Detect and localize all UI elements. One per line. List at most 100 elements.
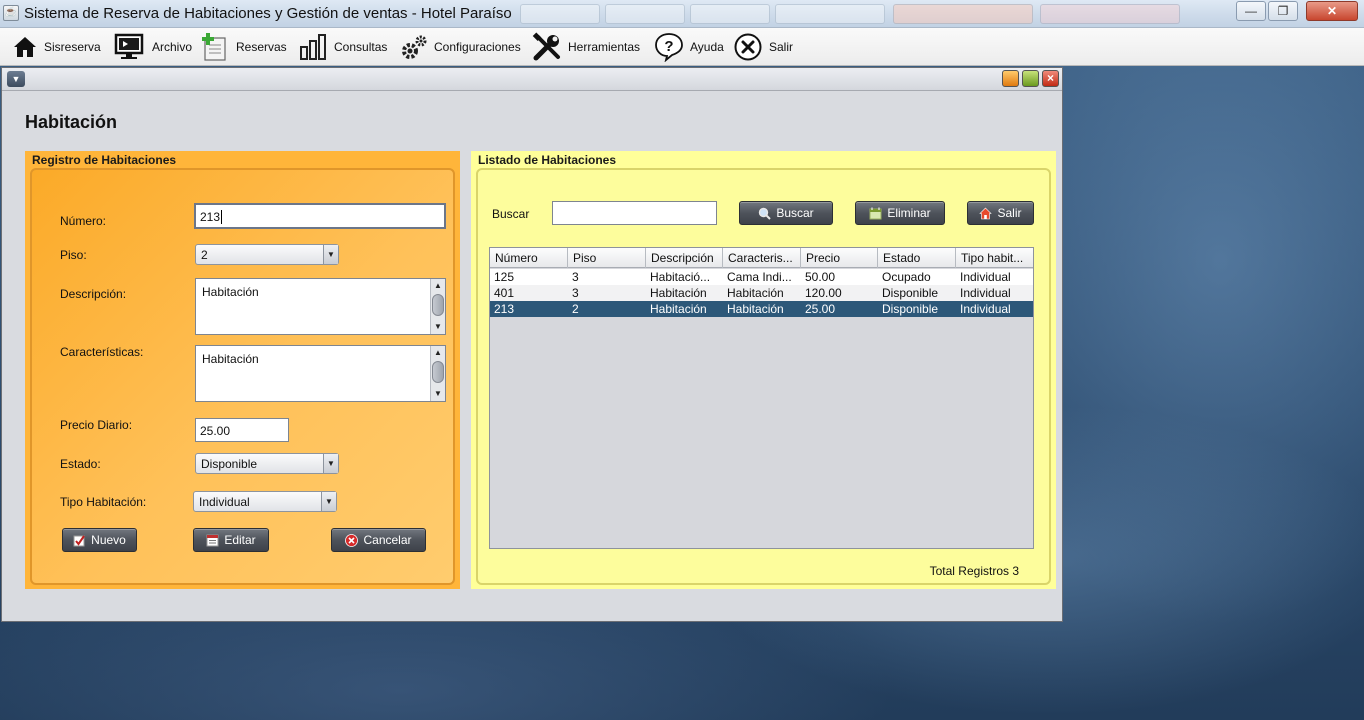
menu-reservas[interactable]: Reservas	[200, 32, 287, 62]
internal-frame-title-bar[interactable]: ▼ ×	[2, 68, 1062, 91]
column-header-descripcion[interactable]: Descripción	[646, 248, 723, 268]
column-header-tipo[interactable]: Tipo habit...	[956, 248, 1033, 268]
menu-ayuda[interactable]: ? Ayuda	[654, 32, 724, 62]
table-cell: Habitació...	[650, 270, 711, 284]
chevron-down-icon[interactable]: ▼	[321, 492, 336, 511]
table-cell: 213	[494, 302, 515, 316]
search-icon	[759, 207, 772, 220]
frame-maximize-button[interactable]	[1022, 70, 1039, 87]
estado-label: Estado:	[60, 457, 101, 471]
chevron-down-icon[interactable]: ▼	[323, 245, 338, 264]
column-header-numero[interactable]: Número	[490, 248, 568, 268]
scroll-thumb[interactable]	[432, 361, 444, 383]
descripcion-textarea[interactable]: Habitación ▲ ▼	[195, 278, 446, 335]
chevron-down-icon[interactable]: ▼	[323, 454, 338, 473]
page-title: Habitación	[25, 112, 118, 132]
table-cell: Habitación	[650, 286, 707, 300]
vertical-scrollbar[interactable]: ▲ ▼	[430, 346, 445, 401]
caracteristicas-textarea[interactable]: Habitación ▲ ▼	[195, 345, 446, 402]
menu-label: Consultas	[334, 40, 388, 54]
menu-sisreserva[interactable]: Sisreserva	[12, 32, 101, 62]
table-row[interactable]: 125 3 Habitació... Cama Indi... 50.00 Oc…	[490, 269, 1033, 285]
scroll-up-icon[interactable]: ▲	[431, 346, 445, 360]
precio-input[interactable]: 25.00	[195, 418, 289, 442]
menu-consultas[interactable]: Consultas	[298, 32, 387, 62]
registro-panel-body: Número: 213 Piso: 2 ▼ Descripción: Habit…	[30, 168, 455, 585]
menu-label: Herramientas	[568, 40, 641, 54]
descripcion-label: Descripción:	[60, 287, 127, 301]
editar-button[interactable]: Editar	[193, 528, 269, 552]
habitaciones-table[interactable]: Número Piso Descripción Caracteris... Pr…	[489, 247, 1034, 549]
table-cell: Disponible	[882, 302, 939, 316]
table-cell: Individual	[960, 286, 1011, 300]
scroll-thumb[interactable]	[432, 294, 444, 316]
restore-button[interactable]: ❐	[1268, 1, 1298, 21]
frame-close-button[interactable]: ×	[1042, 70, 1059, 87]
eliminar-button[interactable]: Eliminar	[855, 201, 945, 225]
descripcion-value: Habitación	[202, 285, 259, 299]
listado-panel-title: Listado de Habitaciones	[478, 153, 617, 167]
column-header-precio[interactable]: Precio	[801, 248, 878, 268]
menu-salir[interactable]: Salir	[733, 32, 793, 62]
background-taskbar-tab	[520, 4, 600, 24]
buscar-input[interactable]	[552, 201, 717, 225]
nuevo-button[interactable]: Nuevo	[62, 528, 137, 552]
app-title: Sistema de Reserva de Habitaciones y Ges…	[24, 5, 512, 22]
column-header-estado[interactable]: Estado	[878, 248, 956, 268]
background-taskbar-tab	[893, 4, 1033, 24]
scroll-down-icon[interactable]: ▼	[431, 387, 445, 401]
app-title-bar[interactable]: ☕ Sistema de Reserva de Habitaciones y G…	[0, 0, 1364, 28]
column-header-piso[interactable]: Piso	[568, 248, 646, 268]
total-registros: Total Registros 3	[929, 564, 1019, 578]
piso-select[interactable]: 2 ▼	[195, 244, 339, 265]
table-cell: 50.00	[805, 270, 836, 284]
column-header-caracteristicas[interactable]: Caracteris...	[723, 248, 801, 268]
table-row[interactable]: 401 3 Habitación Habitación 120.00 Dispo…	[490, 285, 1033, 301]
habitacion-internal-frame: ▼ × Habitación Registro de Habitaciones …	[1, 67, 1063, 622]
precio-value: 25.00	[200, 424, 231, 438]
cancel-icon	[345, 533, 359, 547]
table-cell: Disponible	[882, 286, 939, 300]
numero-input[interactable]: 213	[194, 203, 446, 229]
menu-label: Reservas	[236, 40, 287, 54]
home-icon	[979, 207, 993, 219]
estado-select[interactable]: Disponible ▼	[195, 453, 339, 474]
edit-form-icon	[206, 534, 219, 546]
table-cell: Habitación	[650, 302, 707, 316]
caracteristicas-label: Características:	[60, 345, 144, 359]
scroll-up-icon[interactable]: ▲	[431, 279, 445, 293]
buscar-button-label: Buscar	[776, 206, 814, 220]
scroll-down-icon[interactable]: ▼	[431, 320, 445, 334]
menu-label: Ayuda	[690, 40, 724, 54]
vertical-scrollbar[interactable]: ▲ ▼	[430, 279, 445, 334]
monitor-icon	[114, 33, 144, 59]
caracteristicas-value: Habitación	[202, 352, 259, 366]
menu-label: Configuraciones	[434, 40, 521, 54]
tipo-select[interactable]: Individual ▼	[193, 491, 337, 512]
svg-text:?: ?	[664, 38, 673, 55]
precio-label: Precio Diario:	[60, 418, 133, 432]
home-icon	[14, 37, 36, 57]
tools-icon	[532, 32, 560, 61]
registro-panel: Registro de Habitaciones Número: 213 Pis…	[25, 151, 460, 589]
buscar-label: Buscar	[492, 207, 530, 221]
table-cell: 25.00	[805, 302, 836, 316]
close-button[interactable]: ✕	[1306, 1, 1358, 21]
menu-label: Archivo	[152, 40, 193, 54]
menu-herramientas[interactable]: Herramientas	[532, 32, 640, 62]
minimize-button[interactable]: —	[1236, 1, 1266, 21]
salir-button-label: Salir	[997, 206, 1022, 220]
table-row-selected[interactable]: 213 2 Habitación Habitación 25.00 Dispon…	[490, 301, 1033, 317]
table-cell: 3	[572, 286, 579, 300]
buscar-button[interactable]: Buscar	[739, 201, 833, 225]
tipo-label: Tipo Habitación:	[60, 495, 147, 509]
salir-button[interactable]: Salir	[967, 201, 1034, 225]
cancelar-button[interactable]: Cancelar	[331, 528, 426, 552]
table-cell: 120.00	[805, 286, 842, 300]
frame-menu-icon[interactable]: ▼	[7, 71, 25, 87]
piso-value: 2	[201, 248, 208, 262]
menu-configuraciones[interactable]: Configuraciones	[400, 32, 521, 62]
frame-minimize-button[interactable]	[1002, 70, 1019, 87]
menu-archivo[interactable]: Archivo	[114, 32, 192, 62]
table-cell: 401	[494, 286, 515, 300]
